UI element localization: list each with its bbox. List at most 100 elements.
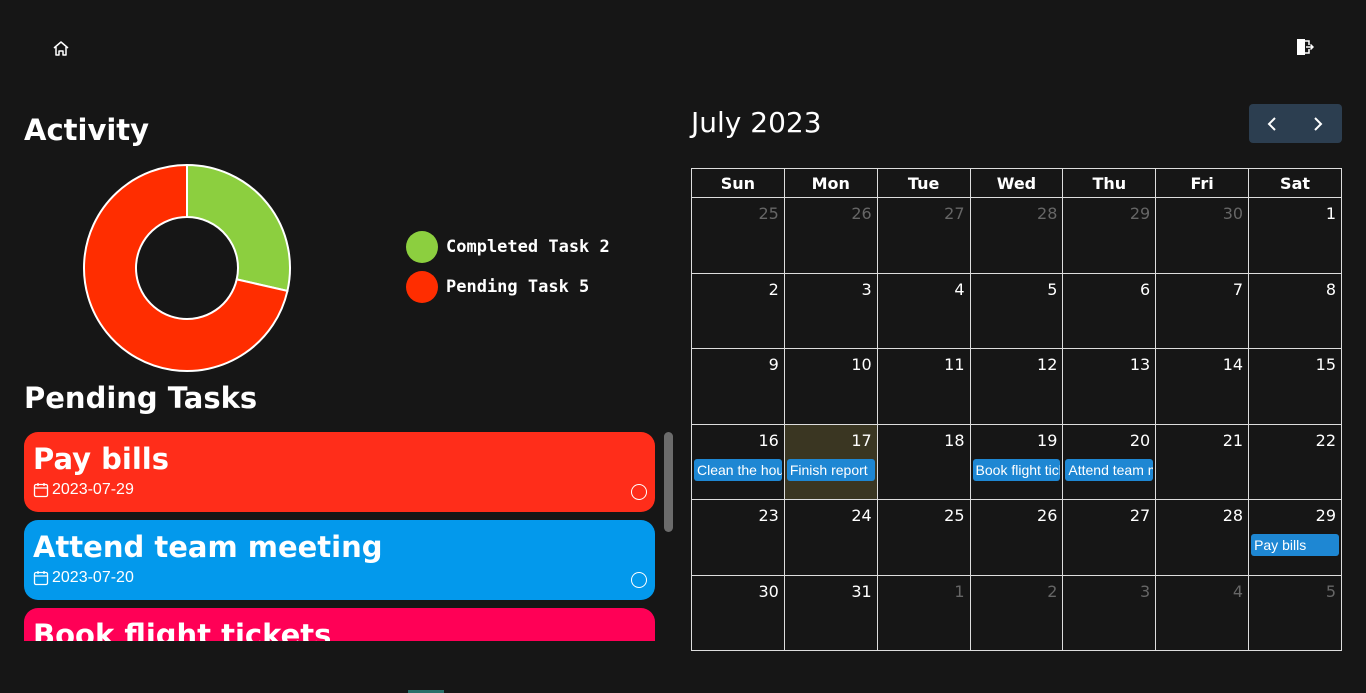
- calendar-day-cell[interactable]: 3: [783, 272, 878, 349]
- calendar-week-row: 30 31 1 2 3 4 5: [691, 574, 1342, 651]
- calendar-day-cell[interactable]: 7: [1155, 272, 1250, 349]
- calendar-day-cell[interactable]: 21: [1155, 423, 1250, 500]
- calendar-day-cell[interactable]: 25: [876, 499, 971, 576]
- calendar-event[interactable]: Pay bills: [1251, 534, 1339, 556]
- day-number: 3: [1140, 581, 1151, 601]
- task-date: 2023-07-20: [33, 569, 646, 587]
- task-card[interactable]: Attend team meeting 2023-07-20: [24, 520, 655, 600]
- calendar-day-cell[interactable]: 23: [691, 499, 785, 576]
- calendar-day-cell[interactable]: 13: [1062, 348, 1157, 425]
- legend-label-completed: Completed Task 2: [446, 237, 610, 257]
- activity-title: Activity: [24, 113, 150, 147]
- calendar-day-cell[interactable]: 1: [1248, 197, 1342, 274]
- legend-item-pending: Pending Task 5: [406, 271, 610, 303]
- day-number: 9: [768, 355, 779, 374]
- scrollbar-thumb[interactable]: [664, 432, 673, 532]
- calendar-day-cell[interactable]: 17 Finish report: [783, 423, 878, 500]
- calendar-day-cell[interactable]: 19 Book flight tickets: [969, 423, 1064, 500]
- day-number: 4: [1232, 581, 1244, 601]
- task-name: Pay bills: [33, 442, 169, 476]
- day-number: 31: [851, 581, 872, 601]
- day-number: 27: [944, 204, 965, 223]
- day-number: 11: [944, 355, 965, 374]
- calendar-event[interactable]: Finish report: [786, 458, 875, 481]
- task-date-text: 2023-07-29: [52, 481, 134, 498]
- calendar-day-cell[interactable]: 3: [1062, 574, 1157, 651]
- logout-icon: [1297, 39, 1314, 55]
- weekday-sun: Sun: [691, 168, 785, 198]
- day-number: 2: [1047, 581, 1058, 601]
- calendar-day-cell[interactable]: 27: [876, 197, 971, 274]
- calendar-day-cell[interactable]: 29 Pay bills: [1248, 499, 1342, 576]
- calendar-day-cell[interactable]: 31: [783, 574, 878, 651]
- day-number: 19: [1037, 430, 1058, 450]
- day-number: 17: [851, 430, 872, 450]
- task-list-scrollbar[interactable]: [663, 432, 675, 641]
- day-number: 10: [851, 355, 872, 374]
- calendar-day-cell[interactable]: 10: [783, 348, 878, 425]
- calendar-day-cell[interactable]: 26: [969, 499, 1064, 576]
- day-number: 12: [1037, 355, 1058, 374]
- calendar-day-cell[interactable]: 26: [783, 197, 878, 274]
- calendar-day-cell[interactable]: 30: [691, 574, 785, 651]
- chevron-left-icon: [1267, 116, 1276, 131]
- calendar-day-cell[interactable]: 11: [876, 348, 971, 425]
- calendar-day-cell[interactable]: 2: [691, 272, 785, 349]
- calendar-day-cell[interactable]: 15: [1248, 348, 1342, 425]
- weekday-sat: Sat: [1248, 168, 1342, 198]
- weekday-wed: Wed: [969, 168, 1064, 198]
- calendar-day-cell[interactable]: 24: [783, 499, 878, 576]
- task-card[interactable]: Pay bills 2023-07-29: [24, 432, 655, 512]
- calendar-day-cell[interactable]: 20 Attend team meeting: [1062, 423, 1157, 500]
- day-number: 28: [1222, 506, 1244, 525]
- day-number: 5: [1047, 279, 1058, 299]
- day-number: 21: [1222, 430, 1244, 450]
- day-number: 2: [768, 279, 779, 299]
- chevron-right-icon: [1314, 116, 1323, 131]
- day-number: 1: [954, 581, 965, 601]
- calendar-day-cell[interactable]: 22: [1248, 423, 1342, 500]
- home-button[interactable]: [50, 38, 72, 60]
- calendar-day-cell[interactable]: 29: [1062, 197, 1157, 274]
- calendar-day-cell[interactable]: 27: [1062, 499, 1157, 576]
- calendar-day-cell[interactable]: 1: [876, 574, 971, 651]
- day-number: 22: [1315, 430, 1336, 450]
- activity-donut-chart: [83, 163, 291, 372]
- prev-month-button[interactable]: [1249, 104, 1295, 143]
- calendar-event[interactable]: Attend team meeting: [1065, 458, 1154, 481]
- logout-button[interactable]: [1293, 36, 1315, 58]
- chart-legend: Completed Task 2 Pending Task 5: [406, 231, 610, 311]
- calendar-day-cell[interactable]: 12: [969, 348, 1064, 425]
- day-number: 25: [944, 506, 965, 525]
- calendar-grid: Sun Mon Tue Wed Thu Fri Sat 25 26 27 28 29 30 1 2 3 4 5 6…: [691, 168, 1342, 651]
- day-number: 15: [1315, 355, 1336, 374]
- calendar-day-cell[interactable]: 5: [969, 272, 1064, 349]
- day-number: 20: [1129, 430, 1151, 450]
- calendar-day-cell[interactable]: 28: [1155, 499, 1250, 576]
- calendar-event[interactable]: Book flight tickets: [972, 458, 1061, 481]
- calendar-day-cell[interactable]: 2: [969, 574, 1064, 651]
- calendar-day-cell[interactable]: 4: [876, 272, 971, 349]
- complete-task-checkbox[interactable]: [631, 484, 647, 500]
- calendar-day-cell[interactable]: 4: [1155, 574, 1250, 651]
- calendar-day-cell[interactable]: 30: [1155, 197, 1250, 274]
- home-icon: [53, 41, 69, 56]
- day-number: 26: [851, 204, 872, 223]
- calendar-day-cell[interactable]: 5: [1248, 574, 1342, 651]
- day-number: 18: [944, 430, 965, 450]
- calendar-day-cell[interactable]: 6: [1062, 272, 1157, 349]
- day-number: 3: [861, 279, 872, 299]
- calendar-day-cell[interactable]: 9: [691, 348, 785, 425]
- calendar-day-cell[interactable]: 14: [1155, 348, 1250, 425]
- task-card[interactable]: Book flight tickets: [24, 608, 655, 641]
- calendar-day-cell[interactable]: 18: [876, 423, 971, 500]
- weekday-mon: Mon: [783, 168, 878, 198]
- calendar-day-cell[interactable]: 25: [691, 197, 785, 274]
- calendar-day-cell[interactable]: 16 Clean the house: [691, 423, 785, 500]
- calendar-day-cell[interactable]: 28: [969, 197, 1064, 274]
- day-number: 5: [1325, 581, 1336, 601]
- calendar-day-cell[interactable]: 8: [1248, 272, 1342, 349]
- complete-task-checkbox[interactable]: [631, 572, 647, 588]
- calendar-event[interactable]: Clean the house: [694, 458, 782, 481]
- next-month-button[interactable]: [1295, 104, 1341, 143]
